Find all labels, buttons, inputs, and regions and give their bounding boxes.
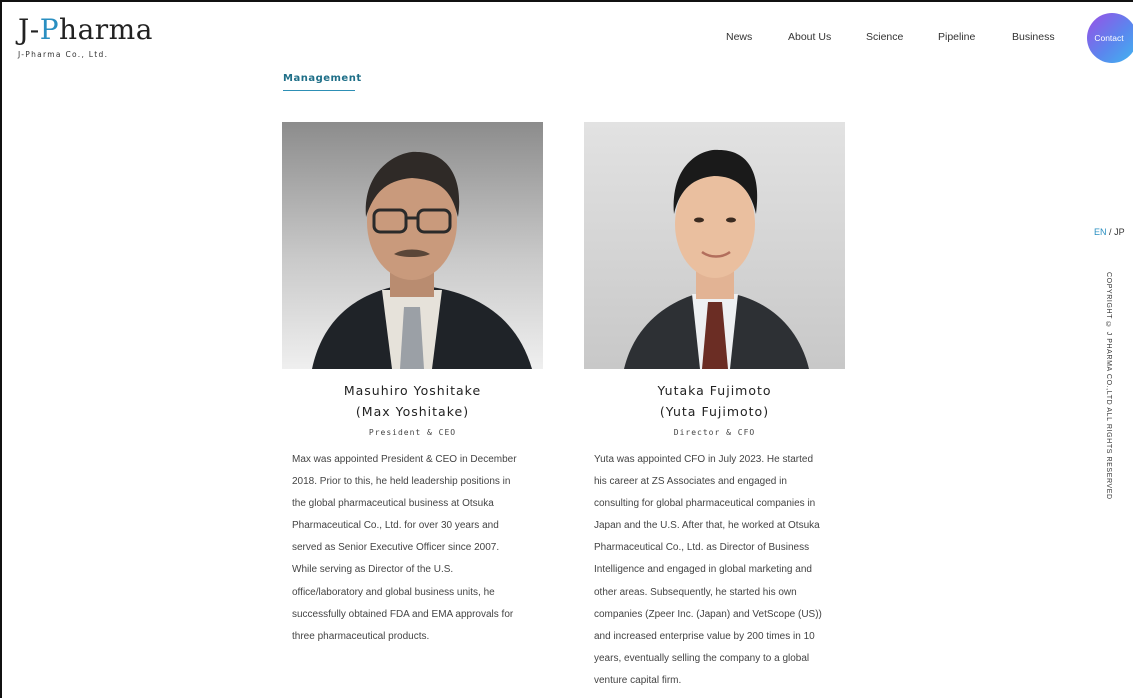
bio-line: served as Senior Executive Officer since… (292, 542, 500, 554)
nav-business[interactable]: Business (1012, 31, 1055, 43)
person-bio-fujimoto: Yuta was appointed CFO in July 2023. He … (594, 449, 822, 692)
lang-jp-link[interactable]: JP (1114, 227, 1125, 237)
lang-separator: / (1109, 227, 1112, 237)
lang-en-link[interactable]: EN (1094, 227, 1107, 237)
bio-line: years, eventually selling the company to… (594, 652, 810, 664)
bio-line: While serving as Director of the U.S. (292, 564, 454, 576)
bio-line: companies (Zpeer Inc. (Japan) and VetSco… (594, 608, 822, 620)
section-underline (283, 90, 355, 91)
person-role-fujimoto: Director & CFO (673, 428, 756, 437)
bio-line: office/laboratory and global business un… (292, 586, 495, 598)
bio-line: the global pharmaceutical business at Ot… (292, 498, 494, 510)
nav-about-us[interactable]: About Us (788, 31, 831, 43)
bio-line: other areas. Subsequently, he started hi… (594, 586, 797, 598)
contact-button[interactable]: Contact (1087, 13, 1133, 63)
bio-line: Intelligence and engaged in global marke… (594, 564, 812, 576)
person-alias-fujimoto: (Yuta Fujimoto) (659, 404, 770, 419)
bio-line: Max was appointed President & CEO in Dec… (292, 454, 517, 465)
bio-line: Yuta was appointed CFO in July 2023. He … (594, 454, 814, 465)
bio-line: Pharmaceutical Co., Ltd. as Director of … (594, 542, 810, 554)
person-bio-yoshitake: Max was appointed President & CEO in Dec… (292, 449, 517, 648)
bio-line: 2018. Prior to this, he held leadership … (292, 476, 511, 488)
bio-line: Pharmaceutical Co., Ltd. for over 30 yea… (292, 520, 499, 532)
person-alias-yoshitake: (Max Yoshitake) (355, 404, 470, 419)
portrait-photo-yoshitake (282, 122, 543, 369)
copyright-text: COPYRIGHT © J PHARMA CO.,LTD ALL RIGHTS … (1105, 272, 1112, 500)
language-switcher: EN / JP (1094, 227, 1125, 237)
nav-science[interactable]: Science (866, 31, 903, 43)
bio-line: venture capital firm. (594, 674, 682, 686)
person-role-yoshitake: President & CEO (368, 428, 457, 437)
page-frame (0, 0, 1133, 698)
company-name: J-Pharma Co., Ltd. (18, 50, 109, 59)
main-nav: News About Us Science Pipeline Business (0, 31, 1133, 45)
nav-pipeline[interactable]: Pipeline (938, 31, 975, 43)
bio-line: three pharmaceutical products. (292, 630, 430, 642)
bio-line: Japan and the U.S. After that, he worked… (594, 520, 820, 532)
person-name-fujimoto: Yutaka Fujimoto (657, 383, 772, 398)
section-title: Management (283, 73, 362, 84)
portrait-photo-fujimoto (584, 122, 845, 369)
bio-line: successfully obtained FDA and EMA approv… (292, 608, 514, 620)
bio-line: consulting for global pharmaceutical com… (594, 498, 816, 510)
nav-news[interactable]: News (726, 31, 752, 43)
contact-label: Contact (1094, 33, 1124, 43)
bio-line: and increased enterprise value by 200 ti… (594, 630, 815, 642)
person-name-yoshitake: Masuhiro Yoshitake (343, 383, 482, 398)
bio-line: his career at ZS Associates and engaged … (594, 476, 787, 488)
